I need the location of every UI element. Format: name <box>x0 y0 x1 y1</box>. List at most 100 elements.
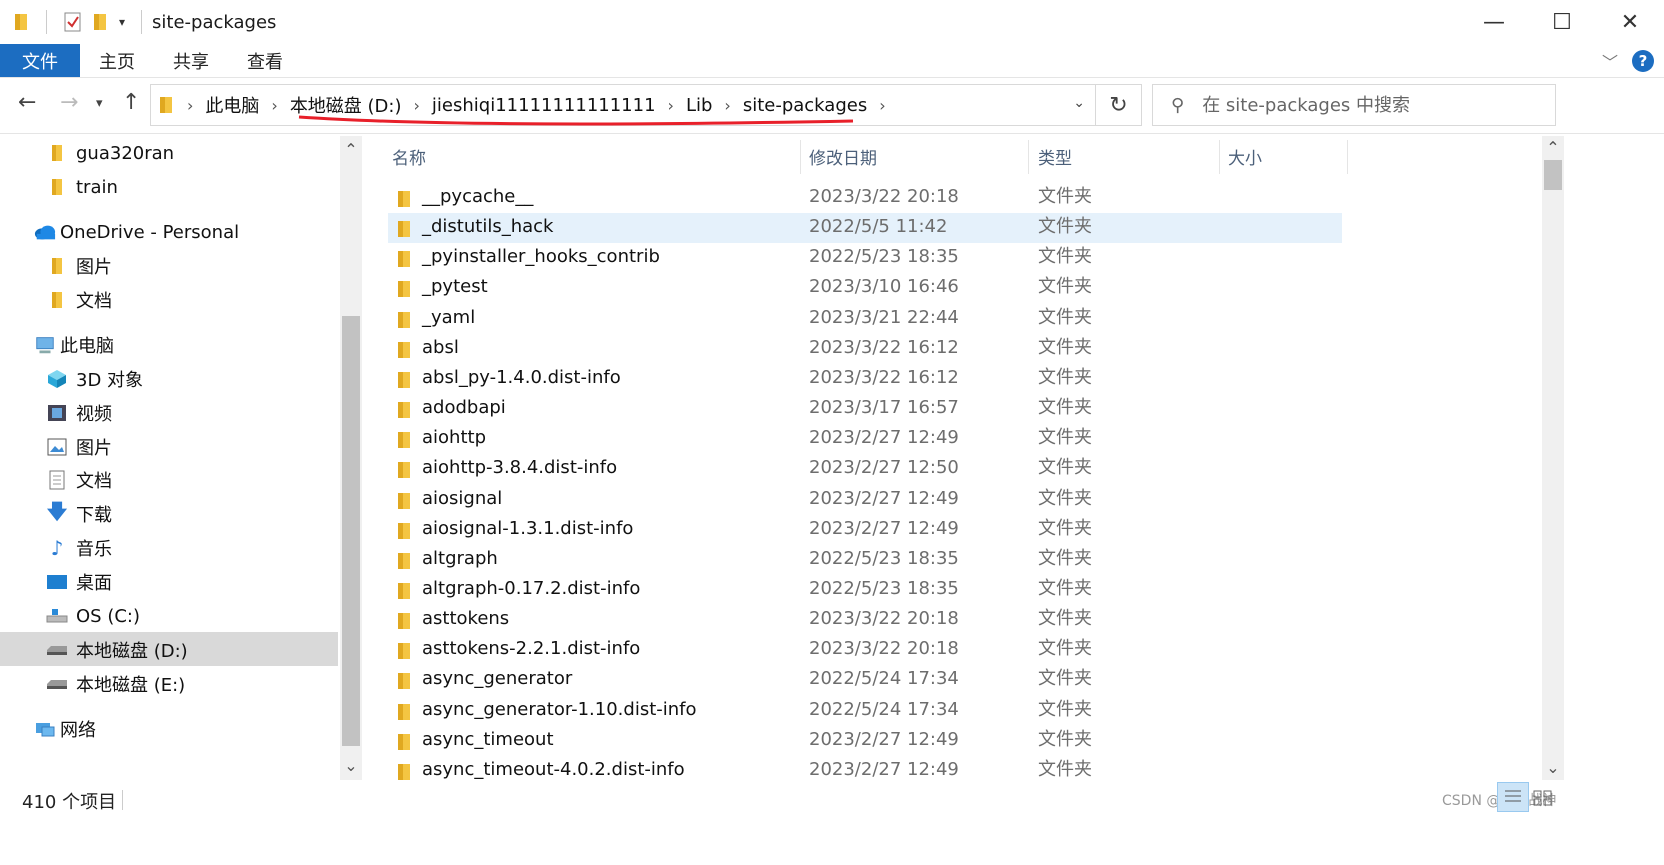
search-box[interactable]: ⚲ <box>1152 84 1556 126</box>
file-row[interactable]: aiohttp-3.8.4.dist-info 2023/2/27 12:50 文件… <box>388 453 1342 483</box>
file-type: 文件夹 <box>1038 728 1092 750</box>
file-name: altgraph <box>422 547 498 569</box>
help-icon[interactable]: ? <box>1632 50 1654 72</box>
refresh-button[interactable]: ↻ <box>1096 84 1142 126</box>
item-count: 410 个项目 <box>22 792 117 813</box>
breadcrumb-separator-icon[interactable]: › <box>271 96 277 115</box>
scroll-down-arrow-icon[interactable]: ⌄ <box>1542 758 1564 777</box>
nav-pane-scrollbar[interactable]: ⌃ ⌄ <box>340 136 362 780</box>
folder-icon <box>46 255 68 277</box>
file-row[interactable]: __pycache__ 2023/3/22 20:18 文件夹 <box>388 182 1342 212</box>
column-divider[interactable] <box>1028 140 1029 174</box>
nav-item-train[interactable]: train <box>46 171 118 203</box>
nav-item-label: 视频 <box>76 404 112 425</box>
file-row[interactable]: aiosignal 2023/2/27 12:49 文件夹 <box>388 484 1342 514</box>
file-row[interactable]: absl 2023/3/22 16:12 文件夹 <box>388 333 1342 363</box>
address-history-chevron-icon[interactable]: ⌄ <box>1073 95 1085 111</box>
file-row[interactable]: _pyinstaller_hooks_contrib 2022/5/23 18:3… <box>388 242 1342 272</box>
large-icons-view-button[interactable] <box>1531 788 1555 808</box>
file-row[interactable]: asttokens 2023/3/22 20:18 文件夹 <box>388 604 1342 634</box>
details-view-button[interactable] <box>1497 782 1529 812</box>
column-header-name[interactable]: 名称 <box>392 136 802 176</box>
recent-locations-chevron-icon[interactable]: ▾ <box>96 96 103 111</box>
scroll-up-arrow-icon[interactable]: ⌃ <box>1542 138 1564 157</box>
folder-icon <box>396 761 414 780</box>
nav-item-3d-objects[interactable]: 3D 对象 <box>46 363 143 395</box>
file-row[interactable]: aiosignal-1.3.1.dist-info 2023/2/27 12:49… <box>388 514 1342 544</box>
file-row[interactable]: async_generator 2022/5/24 17:34 文件夹 <box>388 664 1342 694</box>
expand-ribbon-chevron-icon[interactable]: ﹀ <box>1602 49 1618 73</box>
column-divider[interactable] <box>1219 140 1220 174</box>
nav-item-drive-e[interactable]: 本地磁盘 (E:) <box>46 668 185 700</box>
breadcrumb-this-pc[interactable]: 此电脑 <box>205 92 259 118</box>
nav-item-this-pc[interactable]: 此电脑 <box>34 329 114 361</box>
column-divider[interactable] <box>1347 140 1348 174</box>
file-row[interactable]: altgraph-0.17.2.dist-info 2022/5/23 18:35… <box>388 574 1342 604</box>
properties-icon[interactable] <box>63 11 83 33</box>
file-row[interactable]: aiohttp 2023/2/27 12:49 文件夹 <box>388 423 1342 453</box>
tab-view[interactable]: 查看 <box>228 44 302 77</box>
tab-home[interactable]: 主页 <box>80 44 154 77</box>
file-name: aiohttp <box>422 427 486 449</box>
forward-arrow-icon[interactable]: → <box>60 90 78 115</box>
file-date: 2022/5/24 17:34 <box>809 698 959 720</box>
minimize-button[interactable]: — <box>1460 0 1528 44</box>
nav-item-onedrive-documents[interactable]: 文档 <box>46 284 112 316</box>
file-list-scrollbar[interactable]: ⌃ ⌄ <box>1542 136 1564 780</box>
tab-file[interactable]: 文件 <box>0 44 80 77</box>
breadcrumb-separator-icon[interactable]: › <box>879 96 885 115</box>
nav-item-onedrive-pictures[interactable]: 图片 <box>46 250 112 282</box>
nav-item-label: OneDrive - Personal <box>60 221 240 243</box>
file-name: _distutils_hack <box>422 216 554 238</box>
file-row[interactable]: async_generator-1.10.dist-info 2022/5/24 … <box>388 695 1342 725</box>
nav-item-drive-d[interactable]: 本地磁盘 (D:) <box>46 634 188 666</box>
file-row[interactable]: async_timeout 2023/2/27 12:49 文件夹 <box>388 725 1342 755</box>
file-row[interactable]: adodbapi 2023/3/17 16:57 文件夹 <box>388 393 1342 423</box>
file-name: absl <box>422 336 459 358</box>
file-row[interactable]: _pytest 2023/3/10 16:46 文件夹 <box>388 272 1342 302</box>
file-row[interactable]: async_timeout-4.0.2.dist-info 2023/2/27 1… <box>388 755 1342 780</box>
new-folder-icon[interactable] <box>93 12 109 32</box>
column-header-type[interactable]: 类型 <box>1038 136 1218 176</box>
nav-item-onedrive[interactable]: OneDrive - Personal <box>34 216 239 248</box>
back-arrow-icon[interactable]: ← <box>18 90 36 115</box>
scroll-down-arrow-icon[interactable]: ⌄ <box>340 756 362 775</box>
file-scroll-thumb[interactable] <box>1544 160 1562 190</box>
nav-item-os-c[interactable]: OS (C:) <box>46 600 140 632</box>
folder-icon <box>396 640 414 660</box>
column-divider[interactable] <box>800 140 801 174</box>
maximize-button[interactable]: ☐ <box>1528 0 1596 44</box>
file-row[interactable]: _distutils_hack 2022/5/5 11:42 文件夹 <box>388 212 1342 242</box>
nav-item-downloads[interactable]: 🡇 下载 <box>46 498 112 530</box>
file-row[interactable]: absl_py-1.4.0.dist-info 2023/3/22 16:12 文件… <box>388 363 1342 393</box>
column-header-date[interactable]: 修改日期 <box>809 136 1029 176</box>
nav-item-documents[interactable]: 文档 <box>46 464 112 496</box>
column-header-size[interactable]: 大小 <box>1228 136 1348 176</box>
file-row[interactable]: asttokens-2.2.1.dist-info 2023/3/22 20:18… <box>388 634 1342 664</box>
nav-item-gua320ran[interactable]: gua320ran <box>46 137 174 169</box>
file-name: aiosignal <box>422 487 503 509</box>
file-row[interactable]: altgraph 2022/5/23 18:35 文件夹 <box>388 544 1342 574</box>
ribbon-tabs: 文件 主页 共享 查看 ﹀ ? <box>0 44 1664 78</box>
nav-item-pictures[interactable]: 图片 <box>46 431 112 463</box>
up-arrow-icon[interactable]: ↑ <box>122 90 140 115</box>
customize-toolbar-icon[interactable]: ▾ <box>119 15 125 29</box>
nav-item-network[interactable]: 网络 <box>34 713 96 745</box>
tab-share[interactable]: 共享 <box>154 44 228 77</box>
file-date: 2023/3/21 22:44 <box>809 306 959 328</box>
folder-icon <box>396 369 414 388</box>
close-button[interactable]: ✕ <box>1596 0 1664 44</box>
nav-scroll-thumb[interactable] <box>342 316 360 746</box>
nav-item-label: 图片 <box>76 257 112 278</box>
scroll-up-arrow-icon[interactable]: ⌃ <box>340 140 362 159</box>
breadcrumb-separator-icon[interactable]: › <box>187 96 193 115</box>
nav-item-desktop[interactable]: 桌面 <box>46 566 112 598</box>
nav-item-videos[interactable]: 视频 <box>46 397 112 429</box>
window-title: site-packages <box>152 11 277 33</box>
folder-icon <box>396 701 414 720</box>
nav-item-music[interactable]: ♪ 音乐 <box>46 532 112 564</box>
toolbar-separator <box>46 10 47 34</box>
file-row[interactable]: _yaml 2023/3/21 22:44 文件夹 <box>388 303 1342 333</box>
file-name: absl_py-1.4.0.dist-info <box>422 366 621 388</box>
search-input[interactable] <box>1202 94 1533 116</box>
